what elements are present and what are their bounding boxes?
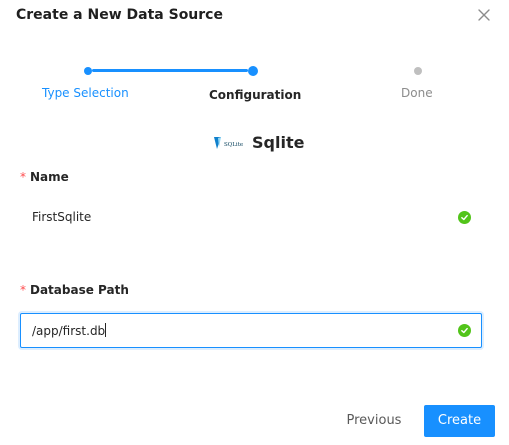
source-name: Sqlite bbox=[252, 133, 305, 152]
create-data-source-dialog: Create a New Data Source Type Selection … bbox=[0, 0, 509, 445]
name-value: FirstSqlite bbox=[32, 210, 92, 224]
previous-button[interactable]: Previous bbox=[338, 405, 410, 437]
step-dot-type-selection bbox=[84, 67, 92, 75]
text-cursor bbox=[105, 323, 107, 337]
step-done: Done bbox=[401, 86, 433, 100]
close-icon[interactable] bbox=[474, 5, 494, 25]
name-label: * Name bbox=[20, 170, 69, 184]
step-progress-line bbox=[92, 69, 248, 72]
step-configuration: Configuration bbox=[209, 88, 302, 102]
svg-text:SQLite: SQLite bbox=[224, 142, 243, 148]
sqlite-logo-icon: SQLite bbox=[212, 135, 244, 151]
dialog-title: Create a New Data Source bbox=[16, 7, 223, 23]
step-dot-configuration bbox=[248, 66, 258, 76]
required-mark: * bbox=[20, 283, 26, 297]
name-field[interactable]: FirstSqlite bbox=[20, 202, 482, 234]
database-path-value: /app/first.db bbox=[32, 323, 107, 338]
database-path-label-text: Database Path bbox=[30, 283, 129, 297]
database-path-label: * Database Path bbox=[20, 283, 129, 297]
step-type-selection[interactable]: Type Selection bbox=[42, 86, 129, 100]
name-label-text: Name bbox=[30, 170, 69, 184]
required-mark: * bbox=[20, 170, 26, 184]
valid-check-icon bbox=[458, 324, 471, 337]
database-path-input[interactable]: /app/first.db bbox=[20, 313, 482, 348]
valid-check-icon bbox=[458, 211, 471, 224]
create-button[interactable]: Create bbox=[424, 405, 495, 437]
step-dot-done bbox=[414, 67, 422, 75]
source-header: SQLite Sqlite bbox=[212, 133, 304, 152]
